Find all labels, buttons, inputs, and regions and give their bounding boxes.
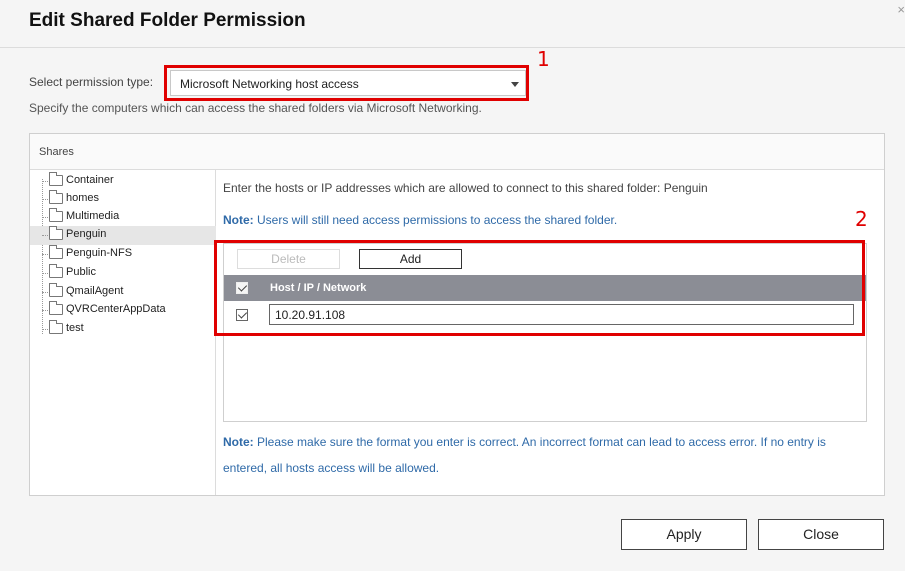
annotation-number-1: 1 <box>537 47 550 71</box>
note-label: Note: <box>223 213 254 227</box>
annotation-box-2 <box>214 240 865 336</box>
folder-icon <box>49 283 63 297</box>
folder-icon <box>49 172 63 186</box>
tree-item-label: Public <box>66 266 96 278</box>
permission-note: Note: Users will still need access permi… <box>223 213 617 227</box>
note-text: Please make sure the format you enter is… <box>223 435 826 475</box>
tree-item-label: QmailAgent <box>66 285 124 297</box>
tree-item-label: Multimedia <box>66 210 120 222</box>
edit-permission-dialog: Edit Shared Folder Permission × Select p… <box>0 0 905 571</box>
folder-icon <box>49 264 63 278</box>
shares-tree: Container homes Multimedia Penguin Pengu <box>30 170 216 495</box>
permission-type-label: Select permission type: <box>29 75 154 89</box>
note-label: Note: <box>223 435 254 449</box>
title-bar: Edit Shared Folder Permission × <box>0 0 905 48</box>
tree-item-test[interactable]: test <box>30 320 216 338</box>
dialog-title: Edit Shared Folder Permission <box>29 10 306 31</box>
permission-description: Specify the computers which can access t… <box>29 101 482 115</box>
close-button[interactable]: Close <box>758 519 884 550</box>
tree-item-penguin-nfs[interactable]: Penguin-NFS <box>30 245 216 263</box>
folder-icon <box>49 208 63 222</box>
format-note: Note: Please make sure the format you en… <box>223 429 863 481</box>
tree-item-container[interactable]: Container <box>30 172 216 190</box>
folder-icon <box>49 245 63 259</box>
tree-item-qvrcenterappdata[interactable]: QVRCenterAppData <box>30 301 216 319</box>
shares-header-label: Shares <box>39 146 74 158</box>
tree-item-multimedia[interactable]: Multimedia <box>30 208 216 226</box>
folder-icon <box>49 226 63 240</box>
tree-item-label: homes <box>66 192 100 204</box>
folder-icon <box>49 301 63 315</box>
tree-item-label: test <box>66 322 84 334</box>
tree-item-label: Penguin <box>66 228 107 240</box>
host-instruction: Enter the hosts or IP addresses which ar… <box>223 181 708 195</box>
tree-item-label: Container <box>66 174 114 186</box>
shares-header: Shares <box>30 134 884 170</box>
tree-item-label: QVRCenterAppData <box>66 303 166 315</box>
apply-button[interactable]: Apply <box>621 519 747 550</box>
tree-item-label: Penguin-NFS <box>66 247 133 259</box>
annotation-box-1 <box>164 65 529 101</box>
tree-item-penguin[interactable]: Penguin <box>30 226 216 245</box>
annotation-number-2: 2 <box>855 207 868 231</box>
tree-item-homes[interactable]: homes <box>30 190 216 208</box>
tree-item-qmailagent[interactable]: QmailAgent <box>30 283 216 301</box>
note-text: Users will still need access permissions… <box>253 213 618 227</box>
close-icon[interactable]: × <box>897 2 905 17</box>
tree-item-public[interactable]: Public <box>30 264 216 282</box>
folder-icon <box>49 190 63 204</box>
folder-icon <box>49 320 63 334</box>
